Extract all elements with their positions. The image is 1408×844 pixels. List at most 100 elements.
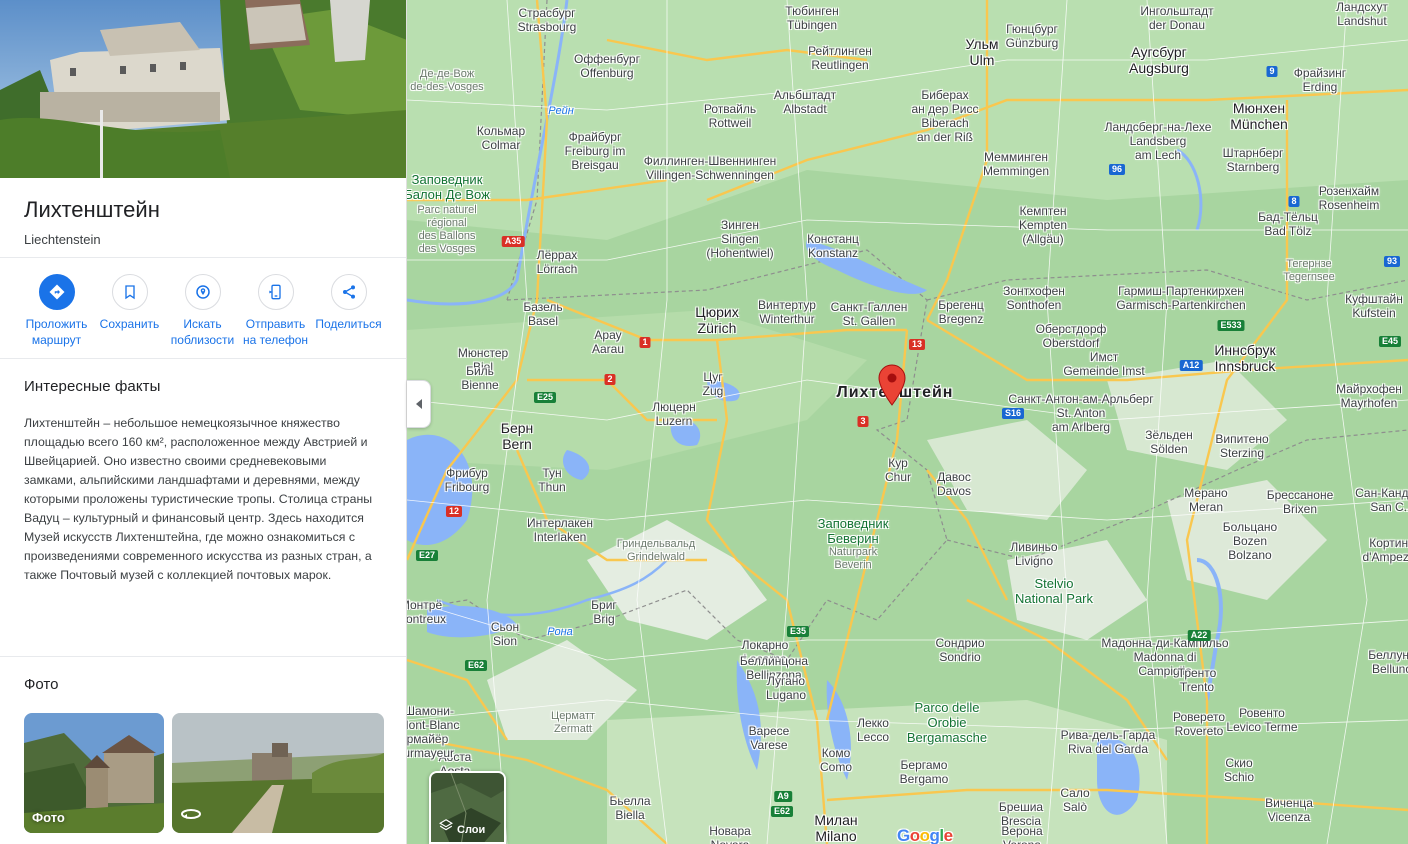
map-place-label[interactable]: Биль Bienne — [461, 364, 498, 392]
map-place-label[interactable]: Милан Milano — [814, 812, 857, 844]
map-place-label[interactable]: Бад-Тёльц Bad Tölz — [1258, 210, 1318, 238]
map-place-label[interactable]: Лугано Lugano — [766, 674, 806, 702]
map-place-label[interactable]: Зёльден Sölden — [1145, 428, 1192, 456]
map-place-label[interactable]: Больцано Bozen Bolzano — [1223, 520, 1277, 562]
map-place-label[interactable]: Шамони- Mont-Blanc — [407, 704, 459, 732]
photo-360-thumbnail[interactable] — [172, 713, 384, 833]
share-button[interactable]: Поделиться — [312, 274, 385, 348]
map-place-label[interactable]: Мерано Meran — [1184, 486, 1227, 514]
map-place-label[interactable]: Рона — [547, 625, 573, 639]
place-marker-icon[interactable] — [877, 364, 907, 406]
map-place-label[interactable]: Альбштадт Albstadt — [774, 88, 836, 116]
map-place-label[interactable]: Курмайёр Courmayeur — [407, 732, 454, 760]
map-place-label[interactable]: Санкт-Галлен St. Gallen — [831, 300, 908, 328]
map-place-label[interactable]: Аугсбург Augsburg — [1129, 44, 1189, 76]
map-place-label[interactable]: Розенхайм Rosenheim — [1319, 184, 1380, 212]
map-place-label[interactable]: Скио Schio — [1224, 756, 1254, 784]
send-to-phone-button[interactable]: Отправить на телефон — [239, 274, 312, 348]
map-place-label[interactable]: Базель Basel — [523, 300, 562, 328]
map-place-label[interactable]: Оффенбург Offenburg — [574, 52, 640, 80]
map-place-label[interactable]: Випитено Sterzing — [1215, 432, 1268, 460]
map-place-label[interactable]: Верона Verona — [1001, 824, 1042, 844]
map-place-label[interactable]: Сьон Sion — [491, 620, 519, 648]
map-place-label[interactable]: Винтертур Winterthur — [758, 298, 816, 326]
map-place-label[interactable]: Рива-дель-Гарда Riva del Garda — [1061, 728, 1156, 756]
map-place-label[interactable]: Варесе Varese — [749, 724, 790, 752]
map-place-label[interactable]: Бьелла Biella — [609, 794, 650, 822]
map-place-label[interactable]: Констанц Konstanz — [807, 232, 859, 260]
map-place-label[interactable]: Бергамо Bergamo — [900, 758, 949, 786]
map-place-label[interactable]: Интерлакен Interlaken — [527, 516, 593, 544]
map-place-label[interactable]: Кемптен Kempten (Allgäu) — [1019, 204, 1067, 246]
map-place-label[interactable]: Биберах ан дер Рисс Biberach an der Riß — [911, 88, 978, 144]
map-place-label[interactable]: Люцерн Luzern — [652, 400, 696, 428]
map-place-label[interactable]: Тренто Trento — [1178, 666, 1217, 694]
map-place-label[interactable]: Кольмар Colmar — [477, 124, 525, 152]
map-place-label[interactable]: Роверето Rovereto — [1173, 710, 1225, 738]
map-place-label[interactable]: Штарнберг Starnberg — [1223, 146, 1284, 174]
map-place-label[interactable]: Ландсхут Landshut — [1336, 0, 1388, 28]
map-place-label[interactable]: Имст Gemeinde Imst — [1063, 350, 1144, 378]
map-place-label[interactable]: Церматт Zermatt — [551, 710, 595, 736]
map-place-label[interactable]: Виченца Vicenza — [1265, 796, 1313, 824]
map-place-label[interactable]: Зинген Singen (Hohentwiel) — [706, 218, 773, 260]
map-place-label[interactable]: Брессаноне Brixen — [1267, 488, 1334, 516]
map-place-label[interactable]: Ингольштадт der Donau — [1140, 4, 1213, 32]
map-place-label[interactable]: Заповедник Беверин — [818, 516, 889, 546]
map-place-label[interactable]: Ульм Ulm — [965, 36, 998, 68]
map-place-label[interactable]: Зонтхофен Sonthofen — [1003, 284, 1065, 312]
map-place-label[interactable]: Де-де-Вож de-des-Vosges — [410, 68, 483, 94]
map-place-label[interactable]: Давос Davos — [937, 470, 971, 498]
directions-button[interactable]: Проложить маршрут — [20, 274, 93, 348]
map-place-label[interactable]: Гюнцбург Günzburg — [1006, 22, 1059, 50]
map-place-label[interactable]: Беллуно Belluno — [1368, 648, 1408, 676]
map-place-label[interactable]: Заповедник Балон Де Вож — [407, 172, 490, 202]
map-place-label[interactable]: Фрайбург Freiburg im Breisgau — [565, 130, 626, 172]
map-place-label[interactable]: Тун Thun — [538, 466, 565, 494]
nearby-button[interactable]: Искать поблизости — [166, 274, 239, 348]
map-place-label[interactable]: Бриг Brig — [591, 598, 617, 626]
map-place-label[interactable]: Тюбинген Tübingen — [785, 4, 838, 32]
map-place-label[interactable]: Филлинген-Швеннинген Villingen-Schwennin… — [644, 154, 776, 182]
map-canvas[interactable]: Страсбург Strasbourg Тюбинген Tübingen Гюн… — [407, 0, 1408, 844]
map-place-label[interactable]: Кортина d'Ampezzo — [1363, 536, 1408, 564]
map-place-label[interactable]: Сало Salò — [1060, 786, 1089, 814]
map-place-label[interactable]: Фрайзинг Erding — [1294, 66, 1346, 94]
layers-button[interactable]: Слои — [429, 771, 506, 844]
save-button[interactable]: Сохранить — [93, 274, 166, 348]
map-place-label[interactable]: Гриндельвальд Grindelwald — [617, 538, 695, 564]
map-place-label[interactable]: Цуг Zug — [703, 370, 724, 398]
map-place-label[interactable]: Санкт-Антон-ам-Арльберг St. Anton am Arl… — [1008, 392, 1153, 434]
map-place-label[interactable]: Монтрё Montreux — [407, 598, 446, 626]
map-place-label[interactable]: Ливиньо Livigno — [1010, 540, 1057, 568]
map-place-label[interactable]: Тегернзе Tegernsee — [1283, 258, 1334, 284]
map-place-label[interactable]: Фрибур Fribourg — [445, 466, 490, 494]
map-place-label[interactable]: Брегенц Bregenz — [938, 298, 984, 326]
hero-photo[interactable] — [0, 0, 406, 178]
map-place-label[interactable]: Parco delle Orobie Bergamasche — [907, 700, 987, 745]
map-place-label[interactable]: Новара Novara — [709, 824, 751, 844]
map-place-label[interactable]: Лекко Lecco — [857, 716, 889, 744]
map-place-label[interactable]: Комо Como — [820, 746, 852, 774]
map-place-label[interactable]: Naturpark Beverin — [829, 546, 877, 572]
map-place-label[interactable]: Мюнхен München — [1230, 100, 1288, 132]
map-place-label[interactable]: Лёррах Lörrach — [537, 248, 578, 276]
map-place-label[interactable]: Stelvio National Park — [1015, 576, 1093, 606]
map-place-label[interactable]: Ландсберг-на-Лехе Landsberg am Lech — [1105, 120, 1212, 162]
map-place-label[interactable]: Parc naturel régional des Ballons des Vo… — [417, 204, 476, 256]
map-place-label[interactable]: Цюрих Zürich — [695, 304, 738, 336]
map-place-label[interactable]: Рейн — [548, 104, 574, 118]
map-place-label[interactable]: Куфштайн Kufstein — [1345, 292, 1403, 320]
map-place-label[interactable]: Гармиш-Партенкирхен Garmisch-Partenkirch… — [1116, 284, 1245, 312]
collapse-panel-button[interactable] — [407, 380, 431, 428]
map-place-label[interactable]: Кур Chur — [885, 456, 911, 484]
map-place-label[interactable]: Рейтлинген Reutlingen — [808, 44, 872, 72]
map-place-label[interactable]: Страсбург Strasbourg — [518, 6, 577, 34]
map-place-label[interactable]: Сондрио Sondrio — [935, 636, 984, 664]
map-place-label[interactable]: Сан-Кандидо San C... — [1355, 486, 1408, 514]
map-place-label[interactable]: Ротвайль Rottweil — [704, 102, 756, 130]
map-place-label[interactable]: Мемминген Memmingen — [983, 150, 1049, 178]
map-place-label[interactable]: Оберстдорф Oberstdorf — [1036, 322, 1107, 350]
map-place-label[interactable]: Иннсбрук Innsbruck — [1214, 342, 1275, 374]
map-place-label[interactable]: Майрхофен Mayrhofen — [1336, 382, 1402, 410]
